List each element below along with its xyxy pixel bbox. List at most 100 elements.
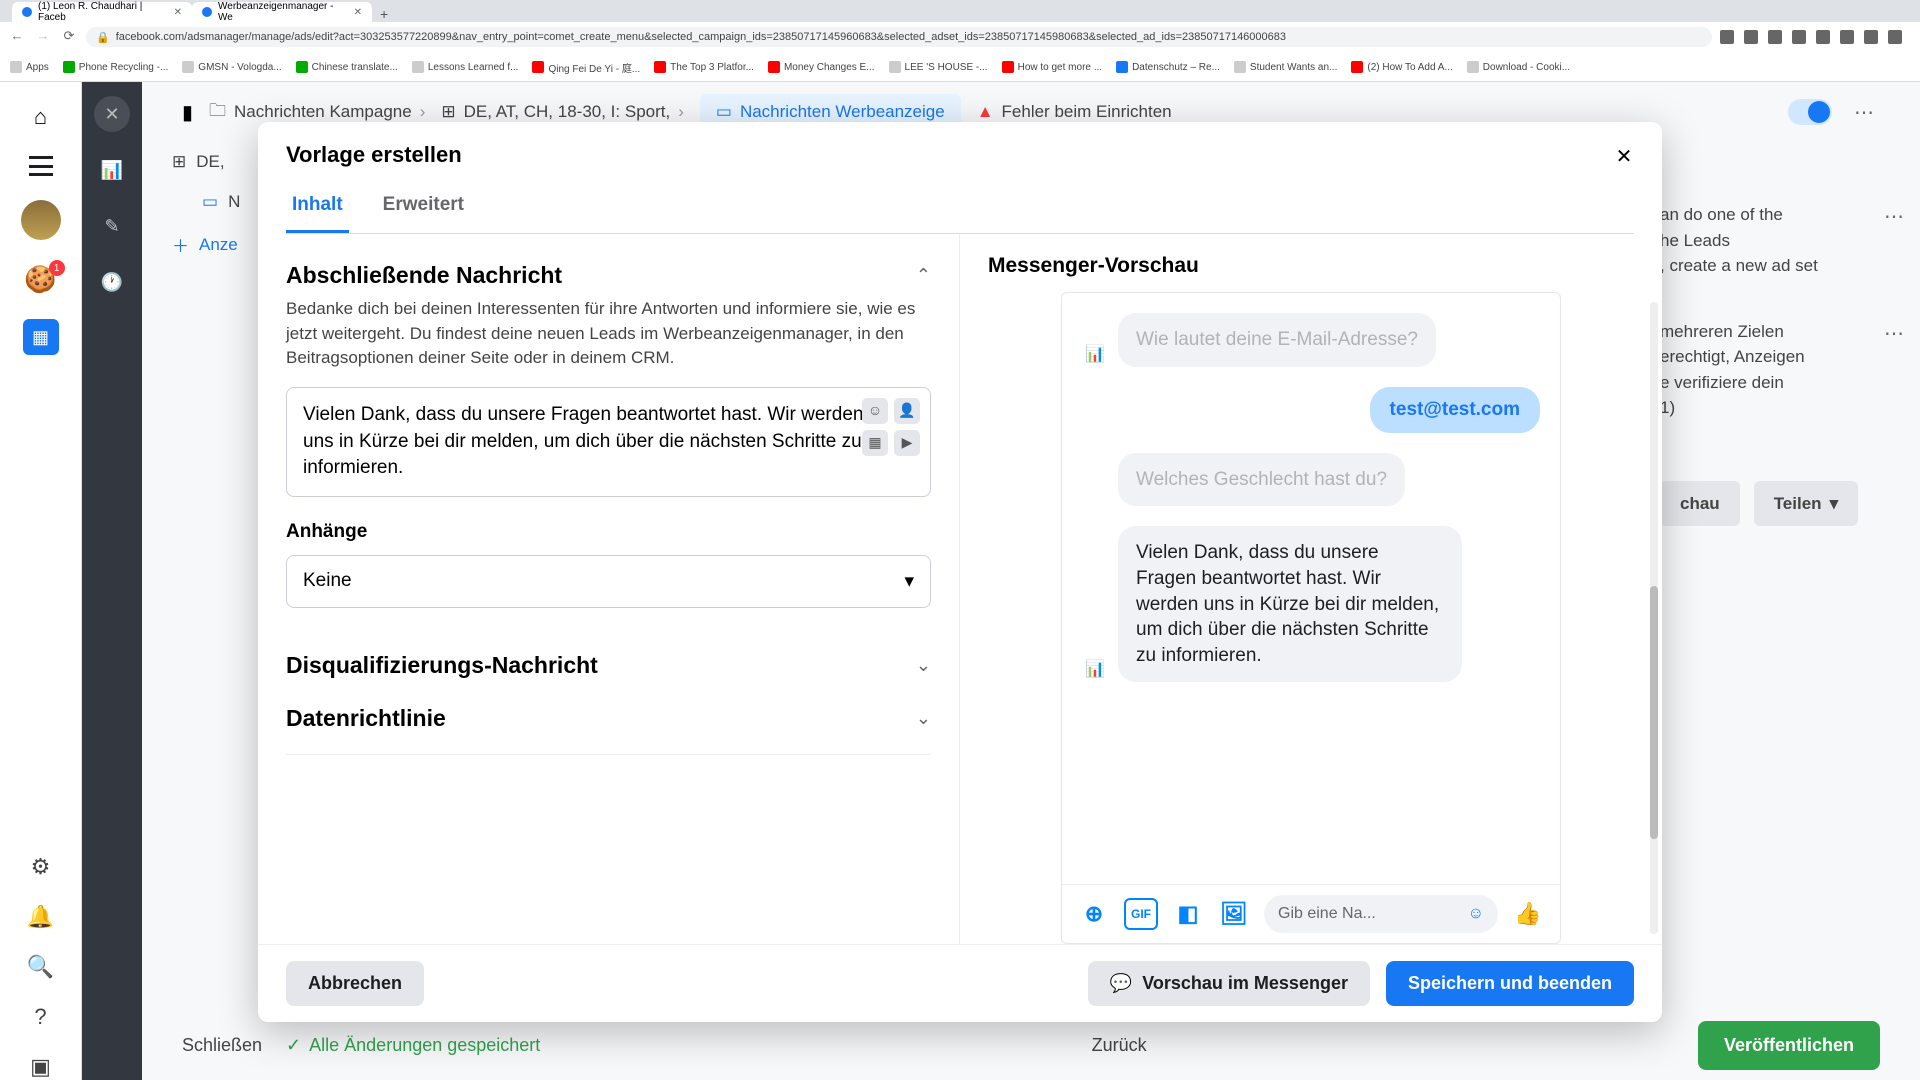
bookmark-item[interactable]: Qing Fei De Yi - 庭...: [532, 60, 640, 75]
create-template-modal: Vorlage erstellen ✕ Inhalt Erweitert Abs…: [258, 122, 1662, 1022]
close-icon[interactable]: ✕: [1606, 138, 1642, 174]
bookmark-item[interactable]: Chinese translate...: [296, 61, 398, 73]
incoming-row: 📊 Vielen Dank, dass du unsere Fragen bea…: [1082, 526, 1540, 682]
gif-icon[interactable]: GIF: [1124, 898, 1158, 930]
messenger-icon: 💬: [1110, 973, 1132, 994]
browser-chrome: (1) Leon R. Chaudhari | Faceb ✕ Werbeanz…: [0, 0, 1920, 82]
attachments-select[interactable]: Keine ▾: [286, 555, 931, 608]
chevron-down-icon: ⌄: [916, 708, 931, 729]
chat-thread: 📊 Wie lautet deine E-Mail-Adresse? test@…: [1062, 293, 1560, 884]
bookmark-item[interactable]: Datenschutz – Re...: [1116, 61, 1220, 73]
site-icon: [182, 61, 194, 73]
bot-message: Welches Geschlecht hast du?: [1118, 453, 1405, 507]
modal-body: Abschließende Nachricht ⌃ Bedanke dich b…: [258, 234, 1662, 944]
message-input[interactable]: Gib eine Na... ☺: [1264, 895, 1498, 933]
site-icon: [63, 61, 75, 73]
image-icon[interactable]: 🖼: [1218, 898, 1250, 930]
modal-footer: Abbrechen 💬Vorschau im Messenger Speiche…: [258, 944, 1662, 1022]
emoji-icon[interactable]: ☺: [862, 398, 888, 424]
message-textarea[interactable]: Vielen Dank, dass du unsere Fragen beant…: [286, 387, 931, 497]
bookmark-item[interactable]: Phone Recycling -...: [63, 61, 169, 73]
scrollbar[interactable]: [1650, 302, 1658, 934]
site-icon: [412, 61, 424, 73]
site-icon: [296, 61, 308, 73]
video-icon[interactable]: ▶: [894, 430, 920, 456]
image-icon[interactable]: ▦: [862, 430, 888, 456]
extension-icon[interactable]: [1816, 30, 1830, 44]
section-title: Abschließende Nachricht: [286, 262, 562, 289]
bookmark-item[interactable]: (2) How To Add A...: [1351, 61, 1452, 73]
extension-icon[interactable]: [1768, 30, 1782, 44]
lock-icon: 🔒: [96, 31, 110, 44]
scrollbar-thumb[interactable]: [1650, 586, 1658, 839]
form-column: Abschließende Nachricht ⌃ Bedanke dich b…: [258, 234, 960, 944]
save-button[interactable]: Speichern und beenden: [1386, 961, 1634, 1006]
text-tools: ☺ 👤 ▦ ▶: [862, 398, 920, 456]
back-icon[interactable]: ←: [8, 28, 26, 46]
messenger-preview: 📊 Wie lautet deine E-Mail-Adresse? test@…: [1061, 292, 1561, 944]
extension-icon[interactable]: [1744, 30, 1758, 44]
chevron-up-icon: ⌃: [916, 265, 931, 286]
youtube-icon: [654, 61, 666, 73]
browser-extension-icons: [1720, 30, 1912, 44]
like-icon[interactable]: 👍: [1512, 898, 1544, 930]
bookmark-item[interactable]: Student Wants an...: [1234, 61, 1337, 73]
extension-icon[interactable]: [1792, 30, 1806, 44]
reload-icon[interactable]: ⟳: [60, 28, 78, 46]
section-disqualification[interactable]: Disqualifizierungs-Nachricht ⌄: [286, 634, 931, 687]
section-closing-message[interactable]: Abschließende Nachricht ⌃: [286, 244, 931, 297]
message-text: Vielen Dank, dass du unsere Fragen beant…: [303, 404, 863, 478]
url-text: facebook.com/adsmanager/manage/ads/edit?…: [116, 31, 1286, 43]
close-icon[interactable]: ✕: [354, 7, 362, 18]
tab-advanced[interactable]: Erweitert: [377, 180, 470, 233]
modal-title: Vorlage erstellen: [286, 142, 1634, 168]
youtube-icon: [1351, 61, 1363, 73]
site-icon: [889, 61, 901, 73]
tab-content[interactable]: Inhalt: [286, 180, 349, 233]
bookmark-item[interactable]: Download - Cooki...: [1467, 61, 1570, 73]
emoji-icon[interactable]: ☺: [1468, 905, 1484, 923]
bookmark-item[interactable]: Apps: [10, 61, 49, 73]
section-title: Disqualifizierungs-Nachricht: [286, 652, 598, 679]
modal-header: Vorlage erstellen ✕ Inhalt Erweitert: [258, 122, 1662, 234]
youtube-icon: [1002, 61, 1014, 73]
input-placeholder: Gib eine Na...: [1278, 905, 1376, 923]
section-privacy-policy[interactable]: Datenrichtlinie ⌄: [286, 687, 931, 755]
chart-icon: 📊: [1082, 341, 1108, 367]
tab-bar: (1) Leon R. Chaudhari | Faceb ✕ Werbeanz…: [0, 0, 1920, 22]
bookmark-item[interactable]: The Top 3 Platfor...: [654, 61, 754, 73]
messenger-input-bar: ⊕ GIF ◧ 🖼 Gib eine Na... ☺ 👍: [1062, 884, 1560, 943]
sticker-icon[interactable]: ◧: [1172, 898, 1204, 930]
extension-icon[interactable]: [1864, 30, 1878, 44]
apps-icon: [10, 61, 22, 73]
section-description: Bedanke dich bei deinen Interessenten fü…: [286, 297, 931, 371]
site-icon: [1234, 61, 1246, 73]
preview-in-messenger-button[interactable]: 💬Vorschau im Messenger: [1088, 961, 1370, 1006]
site-icon: [1116, 61, 1128, 73]
user-message: test@test.com: [1370, 387, 1540, 433]
bookmark-item[interactable]: Lessons Learned f...: [412, 61, 519, 73]
youtube-icon: [768, 61, 780, 73]
bookmark-item[interactable]: GMSN - Vologda...: [182, 61, 281, 73]
extension-icon[interactable]: [1888, 30, 1902, 44]
cancel-button[interactable]: Abbrechen: [286, 961, 424, 1006]
forward-icon[interactable]: →: [34, 28, 52, 46]
bookmark-item[interactable]: How to get more ...: [1002, 61, 1102, 73]
browser-tab[interactable]: (1) Leon R. Chaudhari | Faceb ✕: [12, 2, 192, 22]
bookmark-item[interactable]: Money Changes E...: [768, 61, 875, 73]
close-icon[interactable]: ✕: [174, 7, 182, 18]
url-input[interactable]: 🔒 facebook.com/adsmanager/manage/ads/edi…: [86, 27, 1712, 47]
new-tab-button[interactable]: +: [372, 6, 396, 22]
person-icon[interactable]: 👤: [894, 398, 920, 424]
browser-tab-active[interactable]: Werbeanzeigenmanager - We ✕: [192, 2, 372, 22]
select-value: Keine: [303, 570, 352, 592]
extension-icon[interactable]: [1720, 30, 1734, 44]
modal-backdrop: Vorlage erstellen ✕ Inhalt Erweitert Abs…: [0, 82, 1920, 1080]
bot-message: Vielen Dank, dass du unsere Fragen beant…: [1118, 526, 1462, 682]
plus-icon[interactable]: ⊕: [1078, 898, 1110, 930]
section-title: Datenrichtlinie: [286, 705, 446, 732]
bookmark-item[interactable]: LEE 'S HOUSE -...: [889, 61, 988, 73]
chevron-down-icon: ⌄: [916, 655, 931, 676]
extension-icon[interactable]: [1840, 30, 1854, 44]
modal-tabs: Inhalt Erweitert: [286, 180, 1634, 234]
